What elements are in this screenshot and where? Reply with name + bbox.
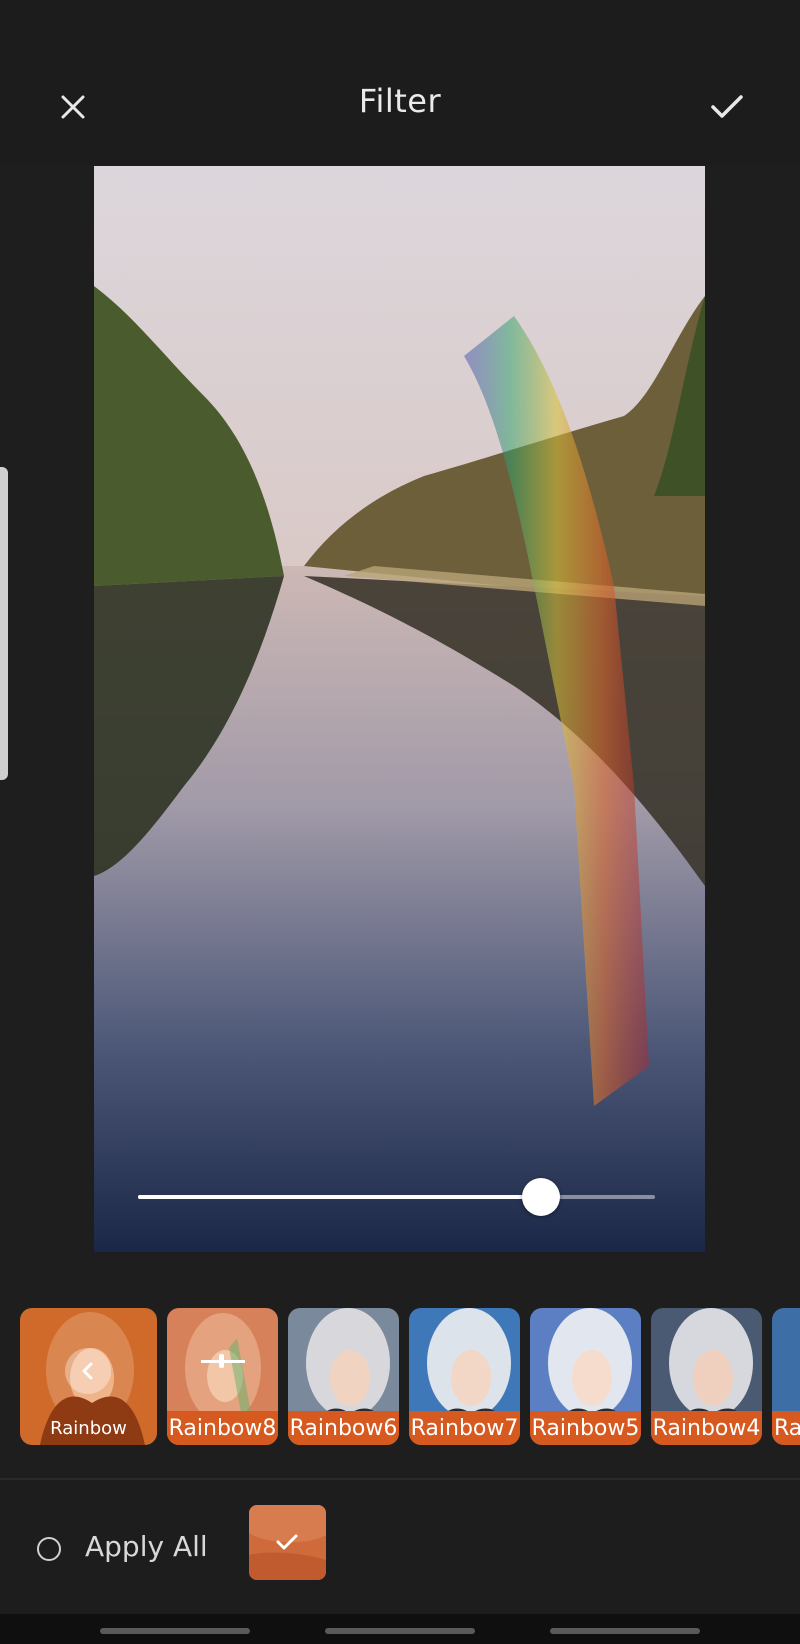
nav-recent-button[interactable] bbox=[100, 1628, 250, 1634]
applied-filter-thumb[interactable] bbox=[249, 1505, 326, 1580]
chevron-left-icon bbox=[82, 1362, 93, 1380]
filter-label: Rainbow8 bbox=[167, 1411, 278, 1445]
filter-rainbow[interactable]: Rainbow bbox=[20, 1308, 157, 1445]
filter-rainbow6[interactable]: Rainbow6 bbox=[288, 1308, 399, 1445]
photo-image bbox=[94, 166, 705, 1252]
nav-back-button[interactable] bbox=[550, 1628, 700, 1634]
nav-home-button[interactable] bbox=[325, 1628, 475, 1634]
filter-rainbow4[interactable]: Rainbow4 bbox=[651, 1308, 762, 1445]
intensity-slider-thumb[interactable] bbox=[522, 1178, 561, 1216]
filter-rainbow8[interactable]: Rainbow8 bbox=[167, 1308, 278, 1445]
filter-strip[interactable]: Rainbow Rainbow8 Rainbow6 Rainbow7 Rainb… bbox=[20, 1308, 800, 1445]
filter-label: Rainbow7 bbox=[409, 1411, 520, 1445]
filter-label: Rainbow6 bbox=[288, 1411, 399, 1445]
side-drawer-handle[interactable] bbox=[0, 467, 8, 780]
filter-label: Rainbow5 bbox=[530, 1411, 641, 1445]
collapse-group-button[interactable] bbox=[65, 1348, 111, 1394]
filter-ra[interactable]: Ra bbox=[772, 1308, 800, 1445]
apply-all-label[interactable]: Apply All bbox=[85, 1530, 208, 1563]
top-bar: Filter bbox=[0, 0, 800, 165]
adjust-slider-icon bbox=[201, 1354, 245, 1368]
filter-label: Rainbow bbox=[50, 1417, 127, 1439]
filter-label: Ra bbox=[772, 1411, 800, 1445]
page-title: Filter bbox=[358, 82, 442, 120]
filter-label: Rainbow4 bbox=[651, 1411, 762, 1445]
confirm-button[interactable] bbox=[697, 77, 757, 137]
intensity-slider-fill bbox=[138, 1195, 542, 1199]
filter-rainbow7[interactable]: Rainbow7 bbox=[409, 1308, 520, 1445]
intensity-slider[interactable] bbox=[138, 1178, 655, 1216]
checkmark-icon bbox=[276, 1534, 298, 1550]
apply-all-radio[interactable] bbox=[37, 1537, 61, 1561]
checkmark-icon bbox=[711, 95, 743, 118]
photo-preview[interactable] bbox=[94, 166, 705, 1252]
filter-rainbow5[interactable]: Rainbow5 bbox=[530, 1308, 641, 1445]
